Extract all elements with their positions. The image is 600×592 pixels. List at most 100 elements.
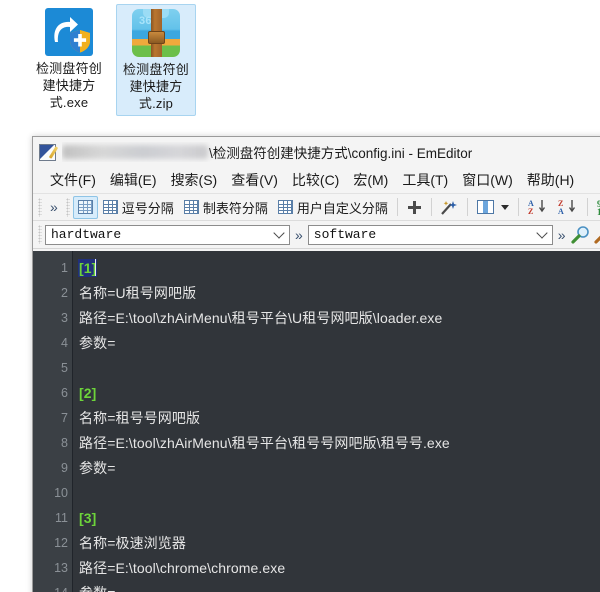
code-line[interactable]: 名称=租号号网吧版 xyxy=(79,406,600,431)
text-editor[interactable]: 1 2 3 4 5 6 7 8 9 10 11 12 13 14 15 [1] … xyxy=(33,251,600,592)
filter-overflow-chevron-icon-2[interactable]: » xyxy=(553,227,571,243)
toolbar-separator xyxy=(466,198,468,216)
toolbar-csv-mode-button[interactable] xyxy=(72,195,98,219)
code-line[interactable]: [3] xyxy=(79,506,600,531)
line-number: 7 xyxy=(61,411,68,425)
toolbar-comma-separated-button[interactable]: 逗号分隔 xyxy=(98,196,179,219)
emeditor-window: \检测盘符创建快捷方式\config.ini - EmEditor 文件(F) … xyxy=(32,136,600,592)
menu-compare[interactable]: 比较(C) xyxy=(285,168,346,192)
toolbar-button-label: 逗号分隔 xyxy=(121,200,174,216)
combo-hardtware-value: hardtware xyxy=(51,227,122,242)
toolbar-tab-separated-button[interactable]: 制表符分隔 xyxy=(179,196,273,219)
line-number: 1 xyxy=(61,261,68,275)
desktop-icon-label: 检测盘符创 xyxy=(35,61,102,76)
uac-shield-icon xyxy=(70,30,90,53)
line-number: 8 xyxy=(61,436,68,450)
text-caret xyxy=(95,259,97,276)
code-line[interactable]: 参数= xyxy=(79,331,600,356)
code-area[interactable]: [1] 名称=U租号网吧版 路径=E:\tool\zhAirMenu\租号平台\… xyxy=(73,251,600,592)
code-line[interactable]: [1] xyxy=(79,256,600,281)
desktop-icon-label: 式.zip xyxy=(138,96,174,111)
toolbar-button-label: 制表符分隔 xyxy=(202,200,268,216)
chevron-down-icon[interactable] xyxy=(269,226,289,244)
menu-macro[interactable]: 宏(M) xyxy=(346,168,395,192)
toolbar-sort-desc-button[interactable]: Z A xyxy=(553,196,583,219)
menu-file[interactable]: 文件(F) xyxy=(43,168,103,192)
combo-hardtware[interactable]: hardtware xyxy=(45,224,290,245)
toolbar-insert-button[interactable] xyxy=(402,196,427,219)
chevron-down-icon[interactable] xyxy=(532,226,552,244)
desktop-icon-zip[interactable]: 360 检测盘符创 建快捷方 式.zip xyxy=(116,4,196,116)
sort-descending-icon: Z A xyxy=(558,199,575,215)
svg-text:A: A xyxy=(558,207,564,215)
plus-icon xyxy=(407,200,422,215)
desktop-icon-partial[interactable]: 创 方 xyxy=(0,8,30,94)
code-line[interactable]: 路径=E:\tool\zhAirMenu\租号平台\U租号网吧版\loader.… xyxy=(79,306,600,331)
toolbar-grip[interactable] xyxy=(65,197,70,217)
menu-window[interactable]: 窗口(W) xyxy=(455,168,520,192)
line-number: 5 xyxy=(61,361,68,375)
toolbar-separator xyxy=(586,198,588,216)
redacted-path-blur xyxy=(62,145,208,159)
line-number: 12 xyxy=(54,536,68,550)
line-number: 9 xyxy=(61,461,68,475)
line-number: 11 xyxy=(55,511,68,525)
line-number: 6 xyxy=(61,386,68,400)
code-line[interactable]: 参数= xyxy=(79,456,600,481)
desktop-icon-label: 建快捷方 xyxy=(129,79,183,94)
line-number: 2 xyxy=(61,286,68,300)
code-line[interactable]: 路径=E:\tool\zhAirMenu\租号平台\租号号网吧版\租号号.exe xyxy=(79,431,600,456)
filter-bar: hardtware » software » xyxy=(33,221,600,249)
toolbar-column-select-button[interactable] xyxy=(472,196,514,219)
menu-help[interactable]: 帮助(H) xyxy=(520,168,581,192)
svg-text:Z: Z xyxy=(528,207,533,215)
line-number: 14 xyxy=(33,581,73,592)
code-line[interactable]: 名称=极速浏览器 xyxy=(79,531,600,556)
toolbar-grip[interactable] xyxy=(38,197,42,217)
line-number: 13 xyxy=(54,561,68,575)
toolbar-overflow-chevron-icon[interactable]: » xyxy=(45,199,63,215)
screen: 创 方 检测盘符创 建快捷方 式.exe xyxy=(0,0,600,592)
desktop-icon-label: 方 xyxy=(0,77,30,94)
grid-dotted-icon xyxy=(77,200,93,214)
desktop-icon-exe[interactable]: 检测盘符创 建快捷方 式.exe xyxy=(30,8,108,111)
window-title-text: \检测盘符创建快捷方式\config.ini - EmEditor xyxy=(209,146,473,161)
grid-icon xyxy=(277,200,293,214)
filter-bar-grip[interactable] xyxy=(38,225,42,244)
code-line[interactable]: 名称=U租号网吧版 xyxy=(79,281,600,306)
toolbar-separator xyxy=(517,198,519,216)
toolbar-user-defined-separator-button[interactable]: 用户自定义分隔 xyxy=(273,196,393,219)
code-line[interactable]: [2] xyxy=(79,381,600,406)
toolbar-filter-wand-button[interactable] xyxy=(436,196,463,219)
code-line[interactable]: 参数= xyxy=(79,581,600,592)
sort-ascending-icon: A Z xyxy=(528,199,545,215)
desktop-icon-label: 检测盘符创 xyxy=(122,62,189,77)
section-header: [2] xyxy=(79,385,97,401)
line-number: 4 xyxy=(61,336,68,350)
search-magnifier-icon[interactable] xyxy=(570,225,590,244)
section-header: [1] xyxy=(79,260,97,276)
chevron-down-icon[interactable] xyxy=(500,204,509,210)
toolbar: » 逗号分隔 制表符分隔 用户自定义分隔 A Z Z A xyxy=(33,194,600,221)
menu-search[interactable]: 搜索(S) xyxy=(164,168,225,192)
section-header: [3] xyxy=(79,510,97,526)
toolbar-separator xyxy=(430,198,432,216)
wand-icon xyxy=(441,200,457,215)
menu-tools[interactable]: 工具(T) xyxy=(395,168,455,192)
filter-overflow-chevron-icon[interactable]: » xyxy=(290,227,308,243)
code-line[interactable] xyxy=(79,356,600,381)
window-title: \检测盘符创建快捷方式\config.ini - EmEditor xyxy=(62,142,472,162)
code-line[interactable] xyxy=(79,481,600,506)
combo-software[interactable]: software xyxy=(307,224,553,245)
title-bar[interactable]: \检测盘符创建快捷方式\config.ini - EmEditor xyxy=(33,137,600,167)
menu-edit[interactable]: 编辑(E) xyxy=(103,168,164,192)
grid-icon xyxy=(183,200,199,214)
menu-bar: 文件(F) 编辑(E) 搜索(S) 查看(V) 比较(C) 宏(M) 工具(T)… xyxy=(33,167,600,194)
menu-view[interactable]: 查看(V) xyxy=(224,168,285,192)
search-next-icon[interactable] xyxy=(593,226,600,244)
zip-archive-icon: 360 xyxy=(132,9,180,57)
code-line[interactable]: 路径=E:\tool\chrome\chrome.exe xyxy=(79,556,600,581)
toolbar-extra-button[interactable]: 9 1 xyxy=(592,196,600,219)
exe-shortcut-icon xyxy=(45,8,93,56)
toolbar-sort-asc-button[interactable]: A Z xyxy=(523,196,553,219)
